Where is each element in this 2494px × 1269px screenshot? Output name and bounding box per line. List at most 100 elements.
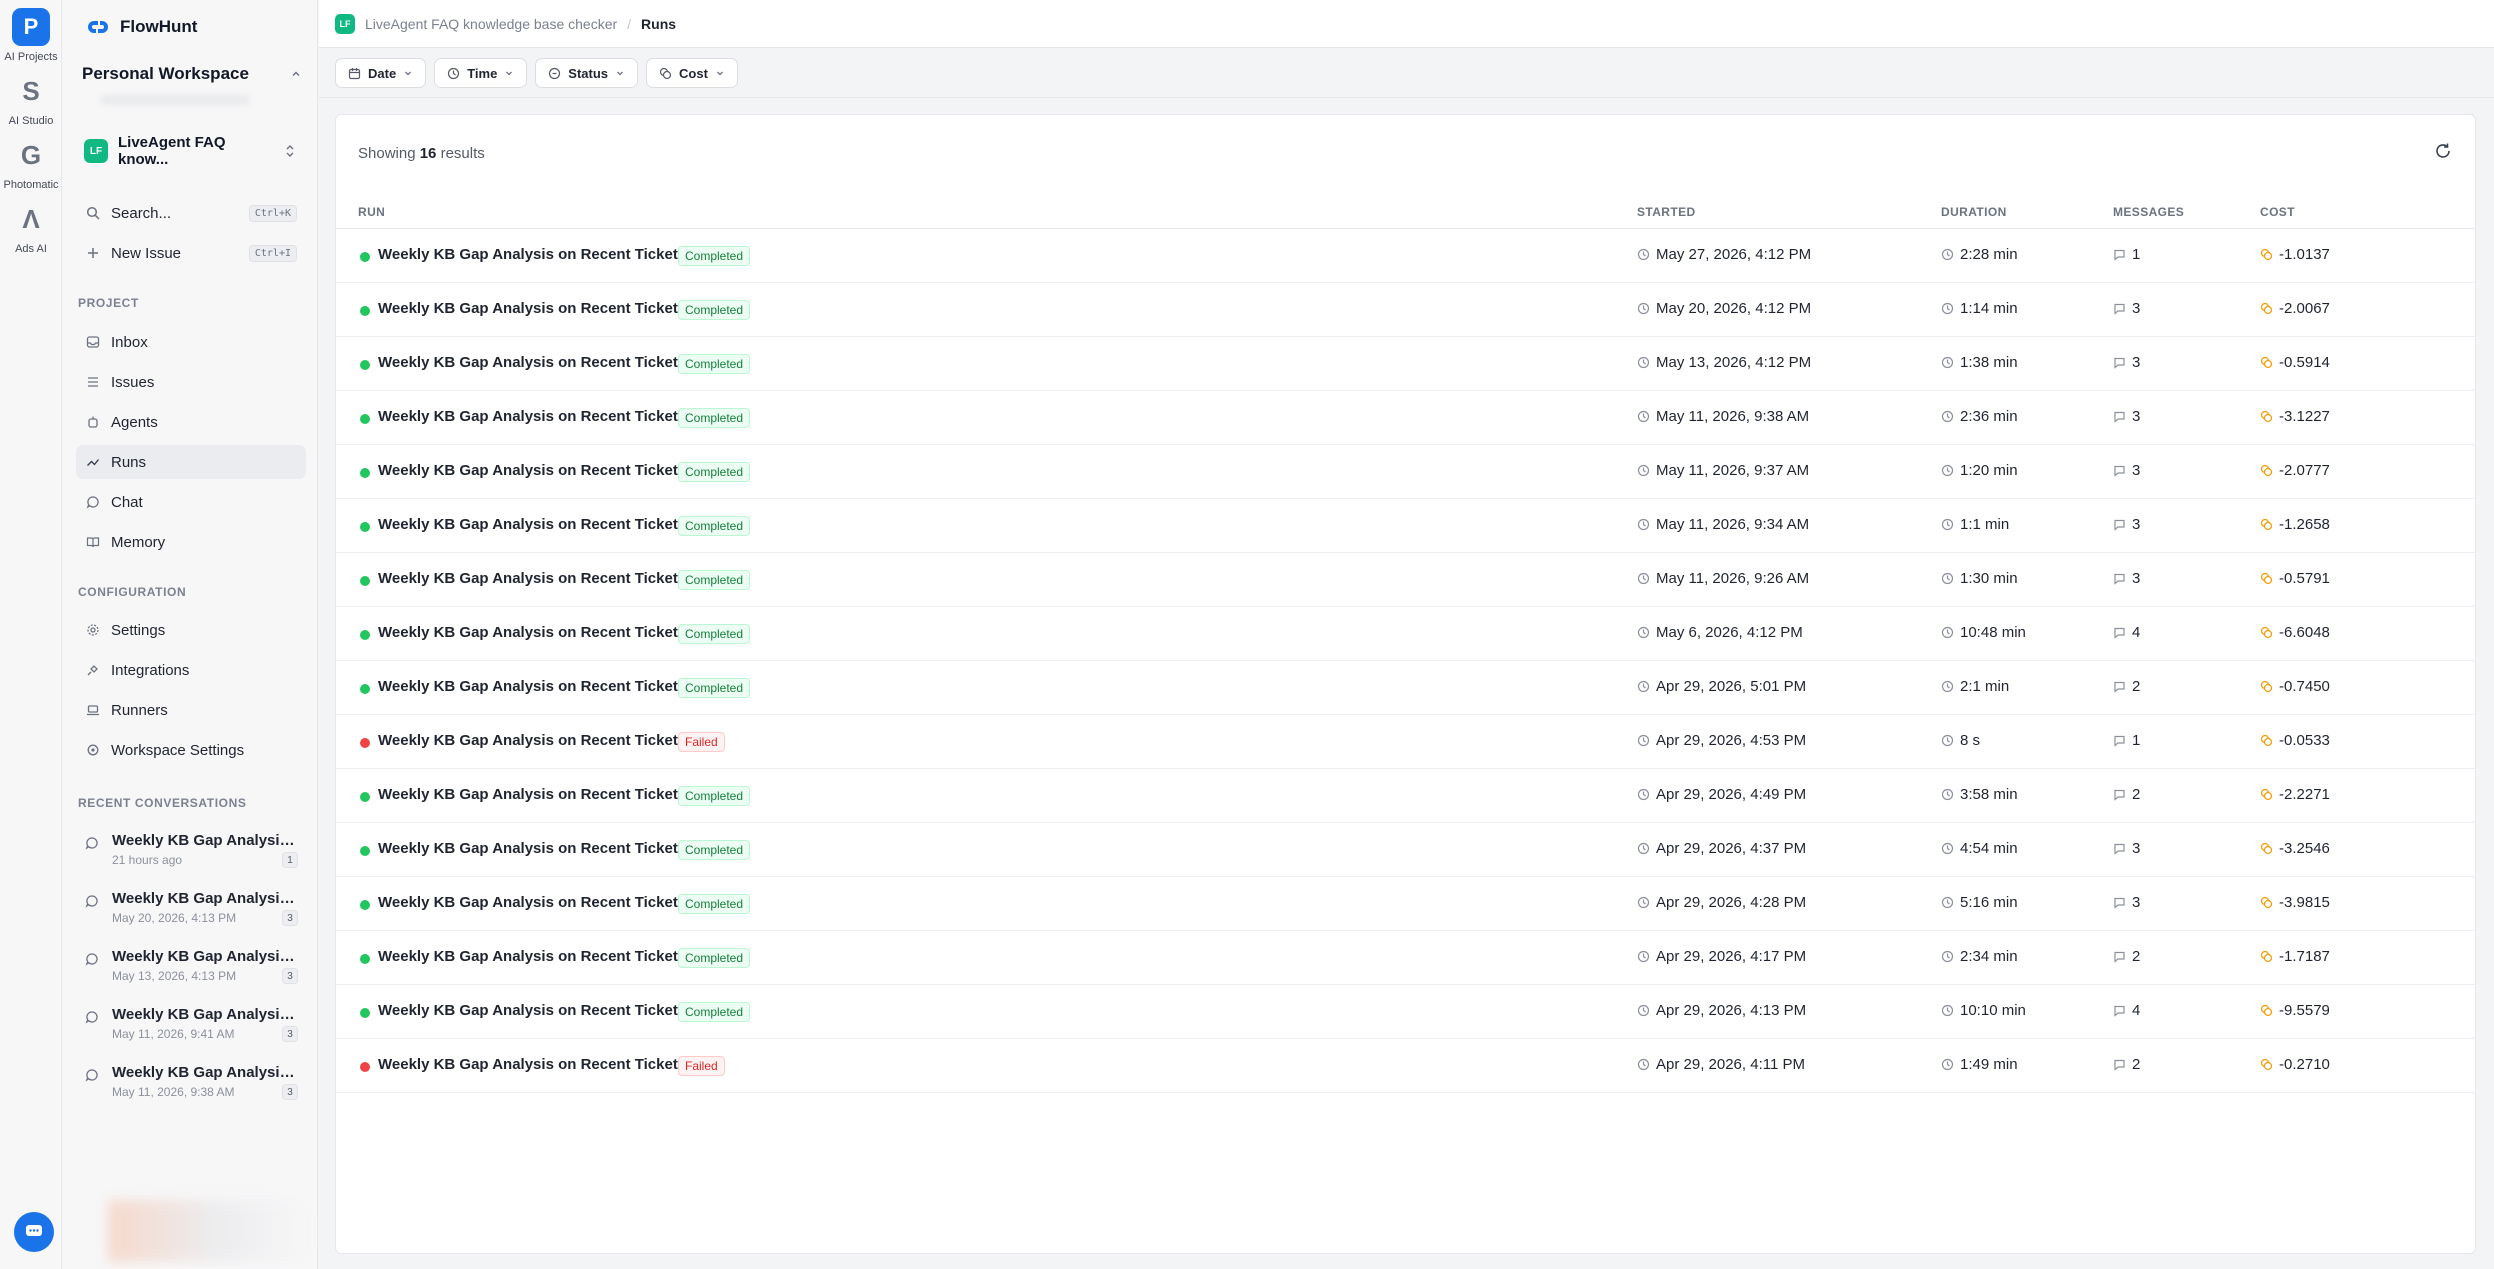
sidebar-item-chat[interactable]: Chat — [76, 485, 306, 519]
duration-cell: 2:36 min — [1941, 408, 2018, 425]
table-row[interactable]: Weekly KB Gap Analysis on Recent Tickets… — [336, 661, 2475, 715]
started-value: Apr 29, 2026, 4:49 PM — [1656, 786, 1807, 803]
status-badge: Completed — [678, 894, 751, 914]
brand-name: FlowHunt — [120, 17, 198, 36]
timer-icon — [1941, 734, 1954, 747]
status-badge: Completed — [678, 786, 751, 806]
run-name[interactable]: Weekly KB Gap Analysis on Recent Tickets — [378, 1056, 686, 1073]
sidebar-item-label: Inbox — [111, 333, 148, 351]
recent-conversation[interactable]: Weekly KB Gap Analysis on Recent Tickets… — [76, 830, 306, 880]
recent-conversation[interactable]: Weekly KB Gap Analysis on Recent Tickets… — [76, 1062, 306, 1112]
rail-ai-studio[interactable]: S AI Studio — [0, 72, 62, 128]
user-profile[interactable] — [108, 1200, 308, 1262]
filter-time-button[interactable]: Time — [434, 58, 528, 88]
cost-value: -1.2658 — [2279, 516, 2330, 533]
clock-icon — [1637, 680, 1650, 693]
plug-icon — [85, 662, 101, 678]
duration-cell: 1:38 min — [1941, 354, 2018, 371]
table-row[interactable]: Weekly KB Gap Analysis on Recent Tickets… — [336, 769, 2475, 823]
run-name[interactable]: Weekly KB Gap Analysis on Recent Tickets — [378, 516, 686, 533]
recent-conversation[interactable]: Weekly KB Gap Analysis on Recent Tickets… — [76, 946, 306, 996]
sidebar-item-memory[interactable]: Memory — [76, 525, 306, 559]
message-icon — [2113, 896, 2126, 909]
table-row[interactable]: Weekly KB Gap Analysis on Recent Tickets… — [336, 607, 2475, 661]
conversation-time: May 20, 2026, 4:13 PM — [112, 911, 237, 925]
table-row[interactable]: Weekly KB Gap Analysis on Recent Tickets… — [336, 553, 2475, 607]
table-row[interactable]: Weekly KB Gap Analysis on Recent Tickets… — [336, 229, 2475, 283]
table-row[interactable]: Weekly KB Gap Analysis on Recent Tickets… — [336, 337, 2475, 391]
run-name[interactable]: Weekly KB Gap Analysis on Recent Tickets — [378, 840, 686, 857]
sidebar-item-settings[interactable]: Settings — [76, 613, 306, 647]
rail-label: Photomatic — [3, 179, 59, 191]
studio-icon: S — [22, 75, 40, 106]
filter-cost-button[interactable]: Cost — [646, 58, 738, 88]
rail-ads-ai[interactable]: Λ Ads AI — [0, 200, 62, 256]
recent-conversation[interactable]: Weekly KB Gap Analysis on Recent Tickets… — [76, 1004, 306, 1054]
clock-icon — [1637, 248, 1650, 261]
sidebar-item-label: Agents — [111, 413, 158, 431]
project-selector[interactable]: LF LiveAgent FAQ know... — [76, 133, 304, 169]
table-row[interactable]: Weekly KB Gap Analysis on Recent Tickets… — [336, 877, 2475, 931]
started-cell: May 11, 2026, 9:26 AM — [1637, 570, 1809, 587]
refresh-button[interactable] — [2433, 141, 2453, 166]
run-name[interactable]: Weekly KB Gap Analysis on Recent Tickets — [378, 894, 686, 911]
column-cost: COST — [2260, 205, 2295, 219]
column-started: STARTED — [1637, 205, 1696, 219]
rail-photomatic[interactable]: G Photomatic — [0, 136, 62, 192]
messages-value: 2 — [2132, 786, 2141, 803]
run-name[interactable]: Weekly KB Gap Analysis on Recent Tickets — [378, 300, 686, 317]
sidebar-item-runners[interactable]: Runners — [76, 693, 306, 727]
table-row[interactable]: Weekly KB Gap Analysis on Recent Tickets… — [336, 823, 2475, 877]
run-name[interactable]: Weekly KB Gap Analysis on Recent Tickets — [378, 246, 686, 263]
sidebar-item-inbox[interactable]: Inbox — [76, 325, 306, 359]
recent-conversation[interactable]: Weekly KB Gap Analysis on Recent Tickets… — [76, 888, 306, 938]
new-issue-label: New Issue — [111, 244, 182, 262]
sidebar-item-runs[interactable]: Runs — [76, 445, 306, 479]
filter-date-button[interactable]: Date — [335, 58, 427, 88]
clock-icon — [1637, 734, 1650, 747]
sidebar-item-workspace-settings[interactable]: Workspace Settings — [76, 733, 306, 767]
filter-label: Time — [467, 65, 498, 81]
sidebar-item-integrations[interactable]: Integrations — [76, 653, 306, 687]
run-name[interactable]: Weekly KB Gap Analysis on Recent Tickets — [378, 786, 686, 803]
table-row[interactable]: Weekly KB Gap Analysis on Recent Tickets… — [336, 715, 2475, 769]
run-name[interactable]: Weekly KB Gap Analysis on Recent Tickets — [378, 678, 686, 695]
cost-value: -2.0067 — [2279, 300, 2330, 317]
search-button[interactable]: Search... Ctrl+K — [76, 196, 306, 230]
run-name[interactable]: Weekly KB Gap Analysis on Recent Tickets — [378, 462, 686, 479]
brand[interactable]: FlowHunt — [84, 16, 197, 38]
table-row[interactable]: Weekly KB Gap Analysis on Recent Tickets… — [336, 931, 2475, 985]
table-header: RUN STARTED DURATION MESSAGES COST — [336, 195, 2475, 229]
clock-icon — [1637, 896, 1650, 909]
workspace-switcher[interactable]: Personal Workspace — [82, 64, 302, 84]
cost-cell: -2.2271 — [2260, 786, 2330, 803]
table-row[interactable]: Weekly KB Gap Analysis on Recent Tickets… — [336, 1039, 2475, 1093]
chat-icon — [85, 836, 99, 855]
run-name[interactable]: Weekly KB Gap Analysis on Recent Tickets — [378, 732, 686, 749]
filter-status-button[interactable]: Status — [535, 58, 639, 88]
table-row[interactable]: Weekly KB Gap Analysis on Recent Tickets… — [336, 391, 2475, 445]
run-name[interactable]: Weekly KB Gap Analysis on Recent Tickets — [378, 570, 686, 587]
table-row[interactable]: Weekly KB Gap Analysis on Recent Tickets… — [336, 445, 2475, 499]
duration-cell: 2:34 min — [1941, 948, 2018, 965]
clock-icon — [1637, 302, 1650, 315]
messages-cell: 2 — [2113, 948, 2140, 965]
table-row[interactable]: Weekly KB Gap Analysis on Recent Tickets… — [336, 499, 2475, 553]
breadcrumb-project[interactable]: LiveAgent FAQ knowledge base checker — [365, 16, 617, 32]
rail-ai-projects[interactable]: P AI Projects — [0, 8, 62, 63]
run-name[interactable]: Weekly KB Gap Analysis on Recent Tickets — [378, 408, 686, 425]
sidebar-item-issues[interactable]: Issues — [76, 365, 306, 399]
support-chat-button[interactable] — [14, 1212, 54, 1252]
duration-value: 1:14 min — [1960, 300, 2018, 317]
sidebar-item-agents[interactable]: Agents — [76, 405, 306, 439]
table-row[interactable]: Weekly KB Gap Analysis on Recent Tickets… — [336, 985, 2475, 1039]
run-name[interactable]: Weekly KB Gap Analysis on Recent Tickets — [378, 624, 686, 641]
rail-label: AI Studio — [8, 115, 54, 127]
run-name[interactable]: Weekly KB Gap Analysis on Recent Tickets — [378, 948, 686, 965]
status-dot — [360, 1062, 370, 1072]
table-row[interactable]: Weekly KB Gap Analysis on Recent Tickets… — [336, 283, 2475, 337]
message-icon — [2113, 464, 2126, 477]
run-name[interactable]: Weekly KB Gap Analysis on Recent Tickets — [378, 354, 686, 371]
run-name[interactable]: Weekly KB Gap Analysis on Recent Tickets — [378, 1002, 686, 1019]
new-issue-button[interactable]: New Issue Ctrl+I — [76, 236, 306, 270]
